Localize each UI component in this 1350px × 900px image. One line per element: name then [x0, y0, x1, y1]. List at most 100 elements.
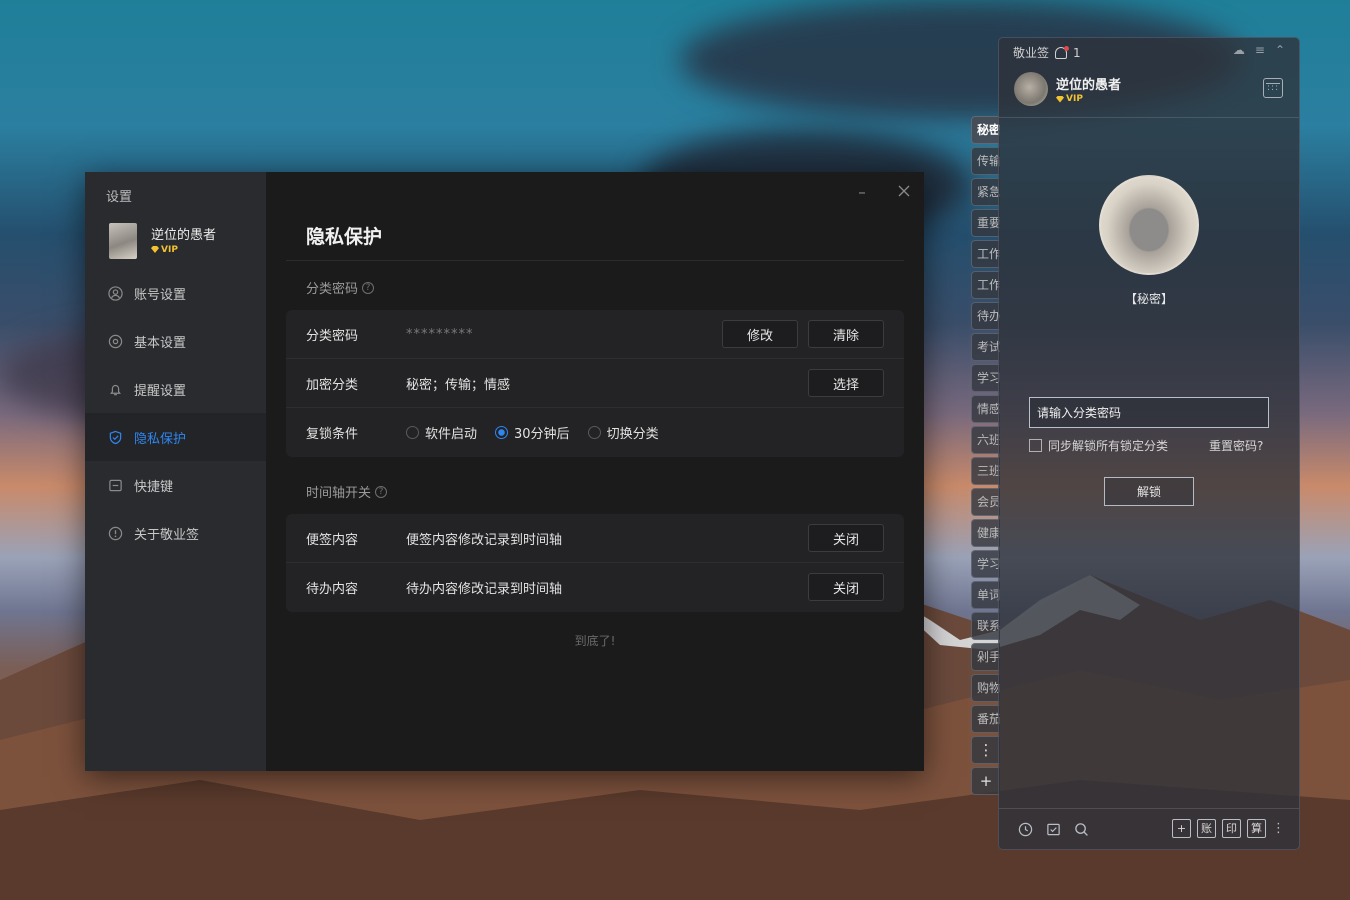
tab-category[interactable]: 单词 — [971, 581, 1000, 609]
tab-category[interactable]: 剁手 — [971, 643, 1000, 671]
print-button[interactable]: 印 — [1222, 819, 1241, 838]
radio-30-minutes[interactable]: 30分钟后 — [495, 423, 570, 442]
ledger-button[interactable]: 账 — [1197, 819, 1216, 838]
calculator-button[interactable]: 算 — [1247, 819, 1266, 838]
add-note-button[interactable]: + — [1172, 819, 1191, 838]
nav-item-shortcuts[interactable]: 快捷键 — [85, 461, 266, 509]
tab-category[interactable]: 学习 — [971, 364, 1000, 392]
more-options-icon[interactable]: ⋮ — [1272, 821, 1285, 836]
select-button[interactable]: 选择 — [808, 369, 884, 397]
unlock-button[interactable]: 解锁 — [1104, 477, 1194, 506]
user-profile[interactable]: 逆位的愚者 VIP — [109, 223, 216, 259]
tab-category[interactable]: 传输 — [971, 147, 1000, 175]
help-icon[interactable]: ? — [375, 485, 388, 498]
more-tabs-button[interactable]: ⋮ — [971, 736, 1000, 764]
tab-category[interactable]: 情感 — [971, 395, 1000, 423]
app-name: 敬业签 — [1013, 46, 1050, 60]
section-label-text: 时间轴开关 — [306, 486, 372, 501]
row-label: 加密分类 — [306, 377, 359, 393]
notification-bell-icon[interactable] — [1055, 45, 1070, 59]
row-description: 便签内容修改记录到时间轴 — [406, 532, 563, 548]
row-description: 待办内容修改记录到时间轴 — [406, 582, 563, 597]
reset-password-link[interactable]: 重置密码? — [1209, 437, 1263, 454]
divider — [999, 117, 1299, 118]
nav-item-about[interactable]: 关于敬业签 — [85, 509, 266, 557]
row-label: 便签内容 — [306, 532, 359, 548]
radio-software-start[interactable]: 软件启动 — [406, 423, 477, 442]
window-title: 设置 — [106, 190, 133, 205]
vip-label: VIP — [1066, 94, 1083, 104]
encrypted-categories: 秘密；传输；情感 — [406, 377, 511, 393]
tab-category[interactable]: 考试 — [971, 333, 1000, 361]
radio-circle — [587, 426, 601, 439]
calendar-icon[interactable] — [1263, 78, 1283, 98]
shield-check-icon — [107, 429, 123, 445]
tab-category[interactable]: 紧急 — [971, 178, 1000, 206]
divider — [286, 260, 904, 261]
close-toggle-button[interactable]: 关闭 — [808, 524, 884, 552]
add-category-button[interactable]: + — [971, 767, 1000, 795]
clock-icon[interactable] — [1017, 821, 1033, 837]
tab-category[interactable]: 联系 — [971, 612, 1000, 640]
vip-label: VIP — [161, 244, 178, 255]
radio-circle — [406, 426, 419, 439]
radio-label: 30分钟后 — [514, 427, 570, 442]
help-icon[interactable]: ? — [362, 281, 375, 294]
settings-sidebar: 设置 逆位的愚者 VIP 账号设置 基本设置 提醒设置 隐私保护 快捷键 关于敬… — [85, 172, 266, 771]
panel-footer-right: + 账 印 算 ⋮ — [1172, 819, 1285, 838]
username: 逆位的愚者 — [151, 227, 217, 243]
category-password-input[interactable] — [1029, 397, 1269, 428]
radio-circle — [495, 426, 509, 439]
tab-category[interactable]: 会员 — [971, 488, 1000, 516]
timeline-row-todo: 待办内容 待办内容修改记录到时间轴 关闭 — [286, 563, 904, 612]
nav-item-account[interactable]: 账号设置 — [85, 269, 266, 317]
tab-category[interactable]: 六班 — [971, 426, 1000, 454]
avatar[interactable] — [1014, 72, 1048, 106]
settings-content: – 隐私保护 分类密码 ? 分类密码 ********* 修改 清除 加密分类 … — [266, 172, 924, 771]
category-name: 【秘密】 — [1124, 292, 1173, 306]
tab-category[interactable]: 工作 — [971, 271, 1000, 299]
tab-category[interactable]: 待办 — [971, 302, 1000, 330]
sync-unlock-option[interactable]: 同步解锁所有锁定分类 — [1029, 437, 1168, 454]
diamond-icon — [151, 246, 159, 253]
nav-item-reminder[interactable]: 提醒设置 — [85, 365, 266, 413]
avatar[interactable] — [109, 223, 137, 259]
nav-item-label: 提醒设置 — [134, 383, 187, 399]
vip-badge: VIP — [151, 245, 216, 255]
modify-button[interactable]: 修改 — [722, 320, 798, 348]
tab-category[interactable]: 三班 — [971, 457, 1000, 485]
tab-category[interactable]: 工作 — [971, 240, 1000, 268]
notes-header: 敬业签 1 — [1013, 44, 1081, 61]
nav-item-label: 账号设置 — [134, 287, 187, 303]
tab-category[interactable]: 购物 — [971, 674, 1000, 702]
radio-switch-category[interactable]: 切换分类 — [587, 423, 659, 442]
tab-category[interactable]: 健康 — [971, 519, 1000, 547]
nav-item-label: 基本设置 — [134, 335, 187, 351]
vip-badge: VIP — [1056, 94, 1121, 104]
row-label: 分类密码 — [306, 328, 359, 344]
nav-item-privacy[interactable]: 隐私保护 — [85, 413, 266, 461]
category-avatar — [1099, 175, 1199, 275]
cloud-sync-icon[interactable]: ☁ — [1233, 43, 1245, 57]
tab-category[interactable]: 番茄 — [971, 705, 1000, 733]
panel-top-controls: ☁ ≡ ⌃ — [1233, 43, 1285, 57]
tab-category[interactable]: 重要 — [971, 209, 1000, 237]
end-of-list-text: 到底了! — [574, 634, 616, 648]
tab-category[interactable]: 秘密 — [971, 116, 1000, 144]
close-button[interactable] — [896, 184, 912, 200]
panel-user-profile[interactable]: 逆位的愚者 VIP — [1014, 72, 1121, 106]
nav-item-basic[interactable]: 基本设置 — [85, 317, 266, 365]
todo-check-icon[interactable] — [1045, 821, 1061, 837]
row-label: 待办内容 — [306, 582, 359, 597]
sync-checkbox[interactable] — [1029, 439, 1042, 452]
collapse-chevron-icon[interactable]: ⌃ — [1275, 43, 1285, 57]
tab-category[interactable]: 学习 — [971, 550, 1000, 578]
search-icon[interactable] — [1073, 821, 1089, 837]
info-icon — [107, 525, 123, 541]
settings-nav: 账号设置 基本设置 提醒设置 隐私保护 快捷键 关于敬业签 — [85, 269, 266, 557]
section-label-text: 分类密码 — [306, 282, 359, 297]
minimize-button[interactable]: – — [854, 184, 870, 200]
menu-icon[interactable]: ≡ — [1255, 43, 1265, 57]
clear-button[interactable]: 清除 — [808, 320, 884, 348]
close-toggle-button[interactable]: 关闭 — [808, 573, 884, 601]
